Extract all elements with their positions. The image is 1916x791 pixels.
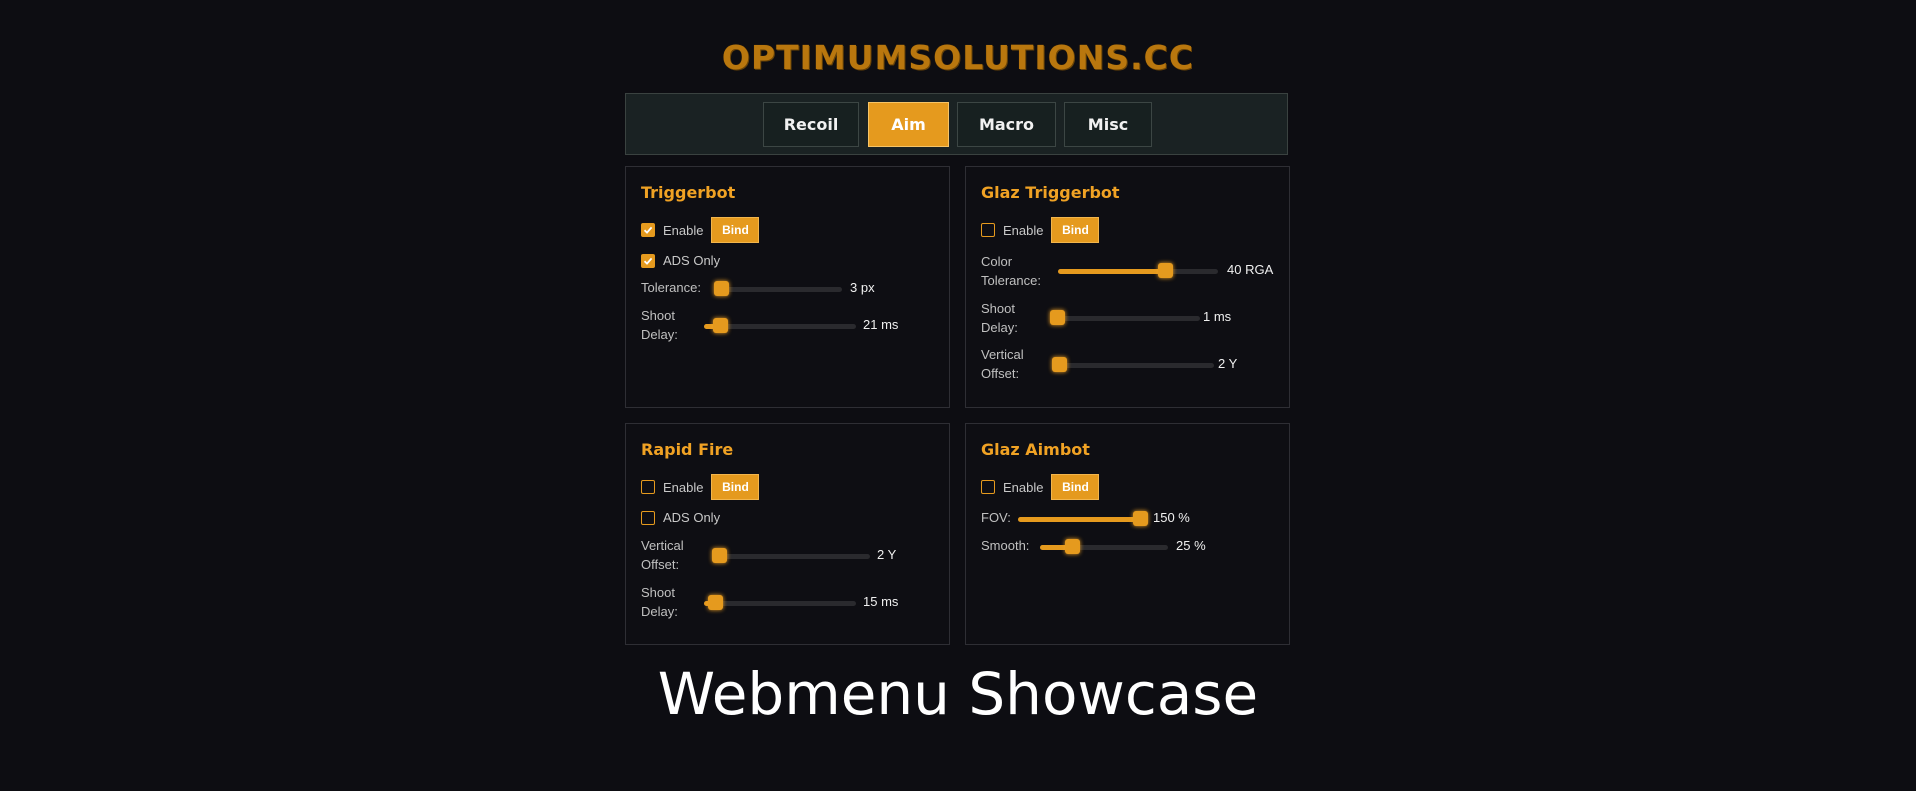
shoot-delay-label: Shoot Delay: xyxy=(641,583,678,621)
vertical-offset-value: 2 Y xyxy=(877,547,897,562)
panel-title: Glaz Aimbot xyxy=(981,440,1090,459)
panel-title: Rapid Fire xyxy=(641,440,734,459)
shoot-delay-label-line2: Delay: xyxy=(981,320,1018,335)
panel-glaz-aimbot: Glaz Aimbot Enable Bind FOV: 150 % Smoot… xyxy=(965,423,1290,645)
slider-thumb[interactable] xyxy=(712,548,727,563)
panel-title: Triggerbot xyxy=(641,183,736,202)
tolerance-slider[interactable] xyxy=(714,281,842,296)
ads-only-label: ADS Only xyxy=(663,253,721,268)
slider-thumb[interactable] xyxy=(1157,263,1173,278)
check-icon xyxy=(643,257,653,265)
enable-checkbox[interactable] xyxy=(981,480,995,494)
panel-rapid-fire: Rapid Fire Enable Bind ADS Only Vertical… xyxy=(625,423,950,645)
color-tolerance-slider[interactable] xyxy=(1058,263,1218,278)
tolerance-value: 3 px xyxy=(850,280,875,295)
check-icon xyxy=(643,226,653,234)
tab-bar: Recoil Aim Macro Misc xyxy=(625,93,1288,155)
color-tolerance-value: 40 RGA xyxy=(1227,262,1274,277)
bind-button[interactable]: Bind xyxy=(1051,474,1100,500)
fov-slider[interactable] xyxy=(1018,511,1148,526)
tab-recoil[interactable]: Recoil xyxy=(763,102,859,147)
vertical-offset-label-line1: Vertical xyxy=(981,347,1024,362)
slider-thumb[interactable] xyxy=(712,318,728,333)
shoot-delay-label-line1: Shoot xyxy=(641,585,675,600)
smooth-label: Smooth: xyxy=(981,538,1030,553)
shoot-delay-value: 1 ms xyxy=(1203,309,1232,324)
slider-thumb[interactable] xyxy=(714,281,729,296)
ads-only-checkbox[interactable] xyxy=(641,510,655,525)
shoot-delay-value: 21 ms xyxy=(863,317,899,332)
bind-button[interactable]: Bind xyxy=(711,474,760,500)
slider-thumb[interactable] xyxy=(1065,539,1080,554)
shoot-delay-label-line1: Shoot xyxy=(981,301,1015,316)
shoot-delay-label: Shoot Delay: xyxy=(641,306,678,344)
fov-value: 150 % xyxy=(1153,510,1190,525)
bind-button[interactable]: Bind xyxy=(711,217,760,243)
vertical-offset-label: Vertical Offset: xyxy=(641,536,684,574)
smooth-value: 25 % xyxy=(1176,538,1206,553)
shoot-delay-label-line1: Shoot xyxy=(641,308,675,323)
enable-checkbox[interactable] xyxy=(981,223,995,237)
slider-fill xyxy=(1018,517,1140,522)
enable-checkbox[interactable] xyxy=(641,223,655,237)
tolerance-label: Tolerance: xyxy=(641,280,701,295)
slider-fill xyxy=(1058,269,1165,274)
vertical-offset-slider[interactable] xyxy=(712,548,870,563)
shoot-delay-label: Shoot Delay: xyxy=(981,299,1018,337)
tab-aim[interactable]: Aim xyxy=(868,102,949,147)
slider-thumb[interactable] xyxy=(1050,310,1065,325)
tab-macro[interactable]: Macro xyxy=(957,102,1056,147)
enable-checkbox[interactable] xyxy=(641,480,655,494)
vertical-offset-value: 2 Y xyxy=(1218,356,1238,371)
showcase-caption: Webmenu Showcase xyxy=(657,660,1259,728)
enable-label: Enable xyxy=(663,479,704,495)
vertical-offset-slider[interactable] xyxy=(1052,357,1214,372)
shoot-delay-slider[interactable] xyxy=(704,318,856,333)
bind-button[interactable]: Bind xyxy=(1051,217,1100,243)
shoot-delay-label-line2: Delay: xyxy=(641,604,678,619)
slider-thumb[interactable] xyxy=(1133,511,1148,526)
panel-title: Glaz Triggerbot xyxy=(981,183,1120,202)
smooth-slider[interactable] xyxy=(1040,539,1168,554)
color-tolerance-label-line2: Tolerance: xyxy=(981,273,1041,288)
vertical-offset-label-line2: Offset: xyxy=(981,366,1020,381)
shoot-delay-slider[interactable] xyxy=(704,595,856,610)
tab-misc[interactable]: Misc xyxy=(1064,102,1152,147)
ads-only-checkbox[interactable] xyxy=(641,253,655,268)
color-tolerance-label-line1: Color xyxy=(981,254,1013,269)
shoot-delay-label-line2: Delay: xyxy=(641,327,678,342)
vertical-offset-label: Vertical Offset: xyxy=(981,345,1024,383)
color-tolerance-label: Color Tolerance: xyxy=(981,252,1041,290)
ads-only-label: ADS Only xyxy=(663,510,721,525)
fov-label: FOV: xyxy=(981,510,1011,525)
panel-triggerbot: Triggerbot Enable Bind ADS Only Toleranc… xyxy=(625,166,950,408)
slider-thumb[interactable] xyxy=(708,595,724,610)
vertical-offset-label-line1: Vertical xyxy=(641,538,684,553)
enable-label: Enable xyxy=(1003,222,1044,238)
enable-label: Enable xyxy=(1003,479,1044,495)
shoot-delay-value: 15 ms xyxy=(863,594,899,609)
shoot-delay-slider[interactable] xyxy=(1050,310,1200,325)
panel-glaz-triggerbot: Glaz Triggerbot Enable Bind Color Tolera… xyxy=(965,166,1290,408)
enable-label: Enable xyxy=(663,222,704,238)
slider-thumb[interactable] xyxy=(1052,357,1067,372)
brand-title: OPTIMUMSOLUTIONS.CC xyxy=(721,38,1195,77)
vertical-offset-label-line2: Offset: xyxy=(641,557,680,572)
